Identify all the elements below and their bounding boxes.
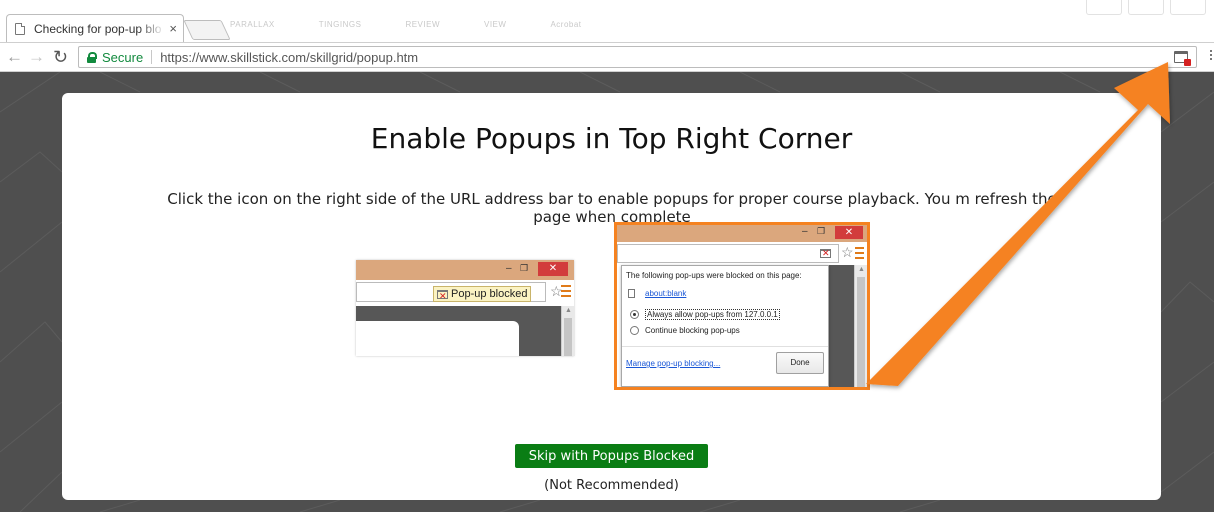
window-controls (1086, 0, 1206, 15)
document-icon (628, 289, 635, 298)
example-scrollbar: ▲ (854, 265, 867, 387)
blocked-popup-link: about:blank (645, 289, 687, 298)
radio-unchecked-icon (630, 326, 639, 335)
page-title: Enable Popups in Top Right Corner (370, 122, 853, 155)
example-address-bar (617, 244, 839, 263)
popup-blocked-icon (437, 289, 448, 303)
bubble-divider (622, 346, 828, 347)
manage-popup-link: Manage pop-up blocking... (626, 359, 721, 368)
blocked-popup-row: about:blank (628, 289, 686, 298)
browser-toolbar: ← → ↻ Secure https://www.skillstick.com/… (0, 43, 1214, 72)
example-titlebar (617, 225, 867, 242)
secure-label[interactable]: Secure (102, 50, 143, 65)
always-allow-option: Always allow pop-ups from 127.0.0.1 (630, 309, 780, 320)
background-label: VIEW (484, 20, 507, 29)
continue-blocking-label: Continue blocking pop-ups (645, 326, 740, 335)
radio-checked-icon (630, 310, 639, 319)
background-label: REVIEW (405, 20, 440, 29)
browser-tab[interactable]: Checking for pop-up blo × (6, 14, 184, 42)
tab-strip: PARALLAX TINGINGS REVIEW VIEW Acrobat Ch… (0, 0, 1214, 43)
example-scrollbar: ▲ (561, 306, 575, 356)
background-label: PARALLAX (230, 20, 275, 29)
continue-blocking-option: Continue blocking pop-ups (630, 326, 740, 335)
maximize-icon: ❐ (817, 226, 826, 236)
popup-blocked-icon[interactable] (1174, 51, 1191, 66)
example-popup-blocked-screenshot: – ❐ ✕ Pop-up blocked ☆ ▲ (356, 260, 575, 356)
popup-blocked-icon (820, 248, 831, 259)
background-labels: PARALLAX TINGINGS REVIEW VIEW Acrobat (230, 20, 582, 29)
minimize-icon: – (802, 226, 808, 237)
example-address-bar: Pop-up blocked (356, 282, 546, 303)
page-icon (15, 22, 25, 35)
menu-icon (561, 285, 571, 300)
forward-arrow-icon[interactable]: → (28, 47, 45, 67)
background-label: Acrobat (550, 20, 582, 29)
popup-blocked-badge: Pop-up blocked (433, 286, 532, 303)
menu-icon[interactable] (1210, 50, 1212, 62)
background-label: TINGINGS (318, 20, 362, 29)
not-recommended-note: (Not Recommended) (544, 478, 679, 493)
star-icon: ☆ (841, 244, 854, 260)
lock-icon[interactable] (87, 51, 97, 63)
skip-with-popups-blocked-button[interactable]: Skip with Popups Blocked (515, 444, 708, 468)
tab-close-icon[interactable]: × (169, 21, 177, 36)
instructions-text: Click the icon on the right side of the … (167, 190, 1057, 226)
example-popup-settings-screenshot: – ❐ ✕ ☆ ▲ The following pop-ups were blo… (614, 222, 870, 390)
minimize-icon: – (506, 263, 512, 274)
content-card: Enable Popups in Top Right Corner Click … (62, 93, 1161, 500)
tab-title: Checking for pop-up blo (34, 21, 162, 36)
close-icon: ✕ (835, 226, 863, 239)
back-arrow-icon[interactable]: ← (6, 47, 23, 67)
url-text[interactable]: https://www.skillstick.com/skillgrid/pop… (160, 50, 418, 65)
always-allow-label: Always allow pop-ups from 127.0.0.1 (645, 309, 780, 320)
menu-icon (855, 247, 864, 262)
close-icon: ✕ (538, 262, 568, 276)
page-viewport: Enable Popups in Top Right Corner Click … (0, 72, 1214, 512)
popup-blocked-label: Pop-up blocked (451, 288, 528, 300)
address-separator (151, 50, 153, 64)
example-page-content (356, 321, 519, 356)
maximize-icon: ❐ (520, 263, 529, 273)
address-bar[interactable]: Secure https://www.skillstick.com/skillg… (78, 46, 1197, 68)
new-tab-button[interactable] (183, 20, 231, 40)
reload-icon[interactable]: ↻ (53, 47, 68, 67)
done-button: Done (776, 352, 824, 374)
popup-blocked-bubble: The following pop-ups were blocked on th… (621, 265, 829, 387)
bubble-title: The following pop-ups were blocked on th… (626, 271, 802, 280)
